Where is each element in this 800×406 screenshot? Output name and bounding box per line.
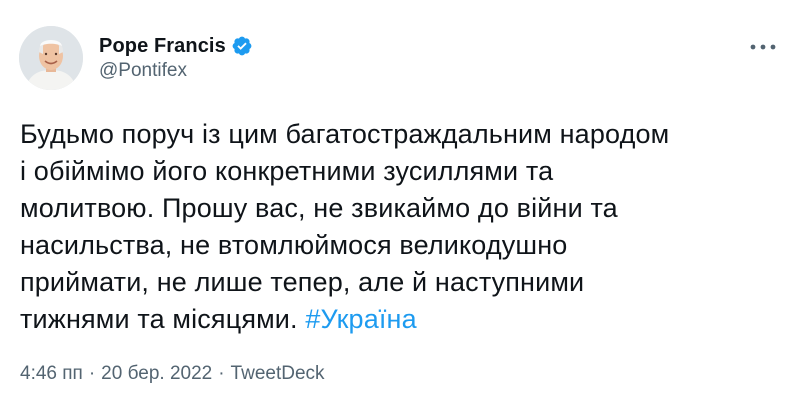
author-handle[interactable]: @Pontifex	[99, 60, 187, 82]
tweet-metadata: 4:46 пп · 20 бер. 2022 · TweetDeck	[20, 363, 325, 385]
tweet-text: Будьмо поруч із цим багатостраждальним н…	[20, 116, 790, 338]
tweet-date[interactable]: 20 бер. 2022	[101, 363, 212, 385]
tweet-card: Pope Francis @Pontifex Будьмо поруч із ц…	[0, 0, 800, 406]
avatar-image	[19, 26, 83, 90]
more-options-button[interactable]	[746, 36, 780, 58]
hashtag-link[interactable]: #Україна	[305, 304, 416, 334]
author-display-name[interactable]: Pope Francis	[99, 35, 226, 58]
more-options-icon	[750, 44, 776, 50]
tweet-body: Будьмо поруч із цим багатостраждальним н…	[20, 119, 670, 334]
verified-badge-icon	[231, 35, 253, 57]
avatar[interactable]	[19, 26, 83, 90]
tweet-time[interactable]: 4:46 пп	[20, 363, 83, 385]
author-name-row[interactable]: Pope Francis	[99, 33, 253, 59]
meta-separator: ·	[218, 363, 225, 384]
meta-separator: ·	[88, 363, 96, 384]
tweet-source[interactable]: TweetDeck	[231, 363, 325, 385]
